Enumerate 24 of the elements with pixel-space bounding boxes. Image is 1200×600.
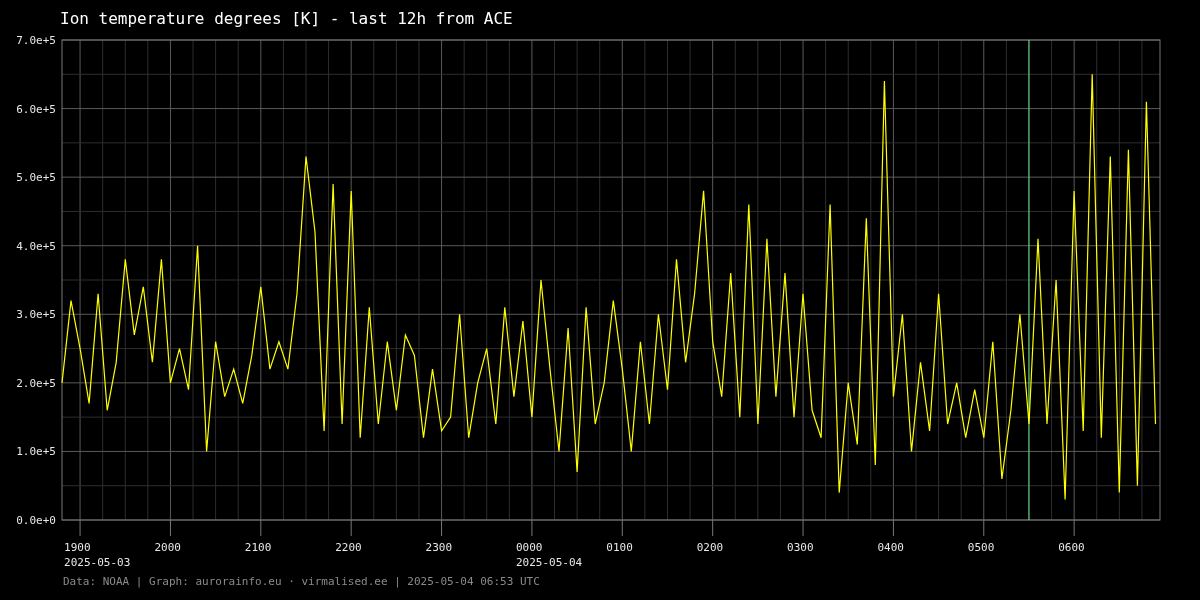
axis-label: 2200 xyxy=(335,541,362,554)
axis-label: 2100 xyxy=(244,541,272,554)
axis-label: 0300 xyxy=(787,541,814,554)
chart-title: Ion temperature degrees [K] - last 12h from ACE xyxy=(60,8,513,30)
axis-label: 6.0e+5 xyxy=(16,102,56,116)
axis-label: 2300 xyxy=(425,541,453,554)
axis-label: 5.0e+5 xyxy=(16,171,56,185)
axis-label: 3.0e+5 xyxy=(16,308,56,322)
axis-label: 2.0e+5 xyxy=(16,376,56,390)
axis-label: 0000 xyxy=(515,541,543,554)
axis-label: 0600 xyxy=(1058,541,1085,554)
axis-label: 0100 xyxy=(606,541,633,554)
axis-label: 0200 xyxy=(696,541,724,554)
date-label: 2025-05-04 xyxy=(515,556,583,569)
credits-text: Data: NOAA | Graph: aurorainfo.eu · virmalised.ee | 2025-05-04 06:53 UTC xyxy=(63,574,540,590)
axis-label: 0400 xyxy=(877,541,904,554)
axis-label: 2000 xyxy=(154,541,181,554)
axis-label: 0.0e+0 xyxy=(16,514,56,527)
axis-label: 0500 xyxy=(967,541,995,554)
axis-label: 1900 xyxy=(64,541,91,554)
axis-label: 4.0e+5 xyxy=(16,239,56,253)
date-label: 2025-05-03 xyxy=(64,556,131,569)
axis-label: 1.0e+5 xyxy=(16,445,56,459)
axis-label: 7.0e+5 xyxy=(16,34,56,47)
